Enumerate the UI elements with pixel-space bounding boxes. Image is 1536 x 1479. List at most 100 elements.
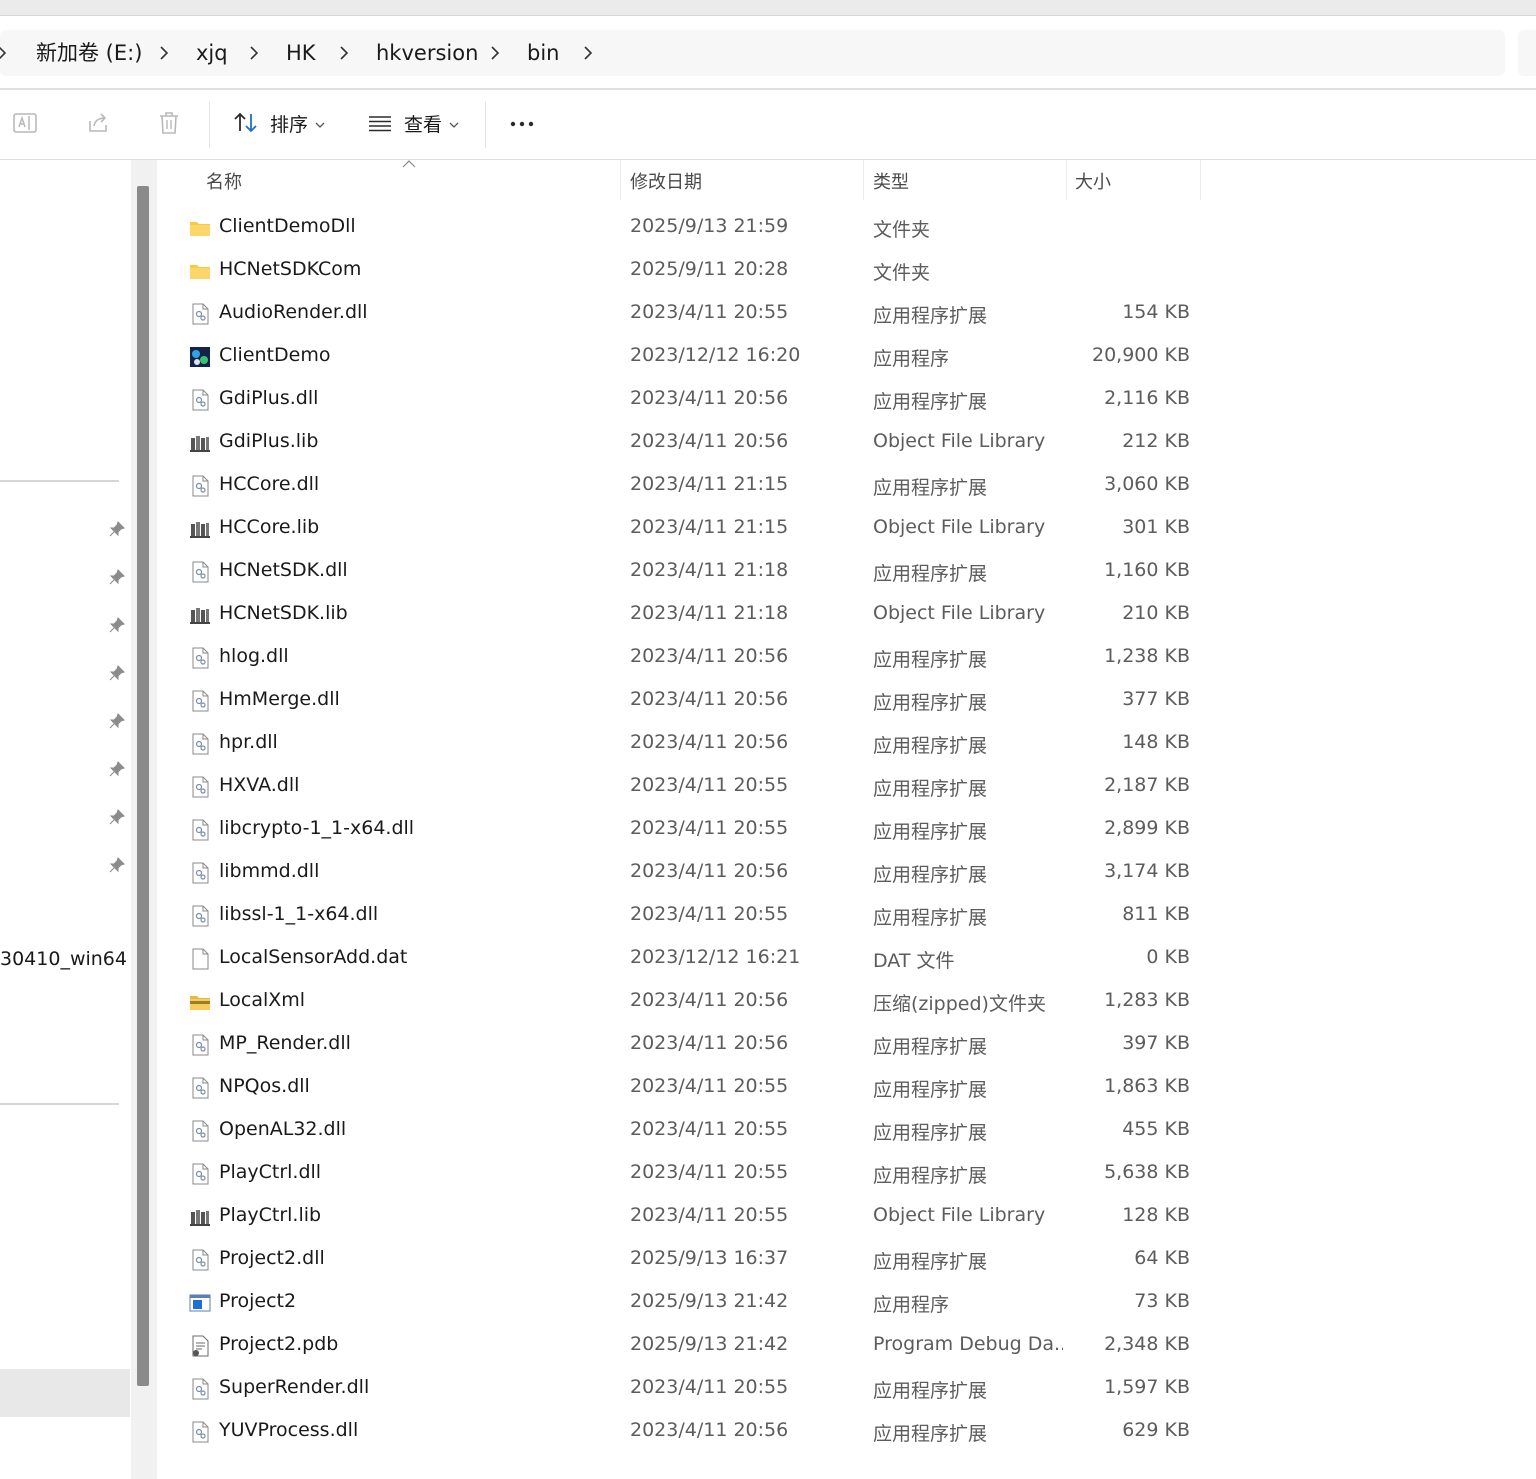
file-type: Object File Library [873,516,1046,538]
file-row[interactable]: HXVA.dll 2023/4/11 20:55 应用程序扩展 2,187 KB [158,765,1536,808]
sort-button[interactable]: 排序 [270,112,308,138]
file-modified-date: 2023/4/11 21:18 [630,559,789,581]
more-options-icon[interactable] [508,109,536,137]
file-row[interactable]: AudioRender.dll 2023/4/11 20:55 应用程序扩展 154 … [158,292,1536,335]
view-button[interactable]: 查看 [404,112,442,138]
file-row[interactable]: GdiPlus.lib 2023/4/11 20:56 Object File Li… [158,421,1536,464]
chevron-right-icon[interactable] [156,45,172,61]
file-row[interactable]: HCCore.dll 2023/4/11 21:15 应用程序扩展 3,060 KB [158,464,1536,507]
column-header-name[interactable]: 名称 [206,168,242,194]
column-divider[interactable] [620,160,621,200]
file-size: 20,900 KB [1091,344,1190,366]
search-box-edge[interactable] [1518,30,1536,76]
chevron-down-icon[interactable] [449,121,459,129]
file-size: 3,060 KB [1104,473,1190,495]
lib-file-icon [189,604,211,626]
file-modified-date: 2023/4/11 20:55 [630,301,789,323]
folder-icon [189,217,211,239]
column-header-size[interactable]: 大小 [1075,168,1111,194]
breadcrumb-item[interactable]: 新加卷 (E:) [36,38,142,68]
file-row[interactable]: HCCore.lib 2023/4/11 21:15 Object File Lib… [158,507,1536,550]
chevron-right-icon[interactable] [580,45,596,61]
file-row[interactable]: GdiPlus.dll 2023/4/11 20:56 应用程序扩展 2,116 KB [158,378,1536,421]
breadcrumb-item[interactable]: hkversion [376,38,478,68]
column-divider[interactable] [863,160,864,200]
file-row[interactable]: LocalSensorAdd.dat 2023/12/12 16:21 DAT 文件… [158,937,1536,980]
pin-icon[interactable] [108,808,126,826]
file-row[interactable]: LocalXml 2023/4/11 20:56 压缩(zipped)文件夹 1,28… [158,980,1536,1023]
pin-icon[interactable] [108,856,126,874]
file-name: HCCore.lib [219,516,320,538]
chevron-right-icon[interactable] [0,45,10,61]
file-name: GdiPlus.lib [219,430,319,452]
file-modified-date: 2023/4/11 21:18 [630,602,789,624]
delete-icon[interactable] [155,109,183,137]
file-row[interactable]: PlayCtrl.dll 2023/4/11 20:55 应用程序扩展 5,638 K… [158,1152,1536,1195]
file-row[interactable]: PlayCtrl.lib 2023/4/11 20:55 Object File L… [158,1195,1536,1238]
sort-icon[interactable] [232,109,260,137]
breadcrumb-item[interactable]: bin [527,38,559,68]
file-row[interactable]: hpr.dll 2023/4/11 20:56 应用程序扩展 148 KB [158,722,1536,765]
file-row[interactable]: MP_Render.dll 2023/4/11 20:56 应用程序扩展 397 KB [158,1023,1536,1066]
pin-icon[interactable] [108,568,126,586]
file-modified-date: 2023/4/11 20:56 [630,1032,789,1054]
file-type: 应用程序扩展 [873,305,988,327]
dll-file-icon [189,1378,211,1400]
chevron-right-icon[interactable] [487,45,503,61]
pin-icon[interactable] [108,712,126,730]
file-row[interactable]: HCNetSDKCom 2025/9/11 20:28 文件夹 [158,249,1536,292]
file-row[interactable]: Project2.pdb 2025/9/13 21:42 Program Debug… [158,1324,1536,1367]
file-name: ClientDemo [219,344,331,366]
file-row[interactable]: libcrypto-1_1-x64.dll 2023/4/11 20:55 应用程序… [158,808,1536,851]
pin-icon[interactable] [108,760,126,778]
file-type: 应用程序扩展 [873,735,988,757]
file-row[interactable]: hlog.dll 2023/4/11 20:56 应用程序扩展 1,238 KB [158,636,1536,679]
file-row[interactable]: ClientDemoDll 2025/9/13 21:59 文件夹 [158,206,1536,249]
file-name: PlayCtrl.dll [219,1161,322,1183]
column-divider[interactable] [1200,160,1201,200]
file-name: OpenAL32.dll [219,1118,347,1140]
chevron-right-icon[interactable] [336,45,352,61]
breadcrumb-item[interactable]: xjq [196,38,228,68]
column-header-date[interactable]: 修改日期 [630,168,702,194]
view-list-icon[interactable] [366,109,394,137]
dll-file-icon [189,1249,211,1271]
file-row[interactable]: OpenAL32.dll 2023/4/11 20:55 应用程序扩展 455 KB [158,1109,1536,1152]
file-row[interactable]: YUVProcess.dll 2023/4/11 20:56 应用程序扩展 629 K… [158,1410,1536,1453]
pin-icon[interactable] [108,664,126,682]
file-name: Project2.dll [219,1247,325,1269]
blank-file-icon [189,948,211,970]
sidebar-item-selected[interactable] [0,1369,130,1417]
file-type: 应用程序扩展 [873,1122,988,1144]
file-row[interactable]: HCNetSDK.lib 2023/4/11 21:18 Object File L… [158,593,1536,636]
file-row[interactable]: SuperRender.dll 2023/4/11 20:55 应用程序扩展 1,59… [158,1367,1536,1410]
file-row[interactable]: libssl-1_1-x64.dll 2023/4/11 20:55 应用程序扩展 8… [158,894,1536,937]
file-type: 应用程序扩展 [873,391,988,413]
rename-icon[interactable] [11,109,39,137]
pin-icon[interactable] [108,520,126,538]
scrollbar-thumb[interactable] [137,186,149,1386]
share-icon[interactable] [84,109,112,137]
column-divider[interactable] [1066,160,1067,200]
column-header-type[interactable]: 类型 [873,168,909,194]
file-row[interactable]: NPQos.dll 2023/4/11 20:55 应用程序扩展 1,863 KB [158,1066,1536,1109]
file-row[interactable]: HmMerge.dll 2023/4/11 20:56 应用程序扩展 377 KB [158,679,1536,722]
address-bar[interactable]: 新加卷 (E:) xjq HK hkversion bin [0,16,1536,88]
sidebar-item-folder[interactable]: 30410_win64 [0,948,127,970]
file-row[interactable]: Project2.dll 2025/9/13 16:37 应用程序扩展 64 KB [158,1238,1536,1281]
dll-file-icon [189,776,211,798]
dll-file-icon [189,819,211,841]
file-row[interactable]: HCNetSDK.dll 2023/4/11 21:18 应用程序扩展 1,160 K… [158,550,1536,593]
breadcrumb-item[interactable]: HK [286,38,316,68]
chevron-right-icon[interactable] [246,45,262,61]
chevron-down-icon[interactable] [315,121,325,129]
file-modified-date: 2023/4/11 20:55 [630,1161,789,1183]
pin-icon[interactable] [108,616,126,634]
file-row[interactable]: Project2 2025/9/13 21:42 应用程序 73 KB [158,1281,1536,1324]
file-row[interactable]: libmmd.dll 2023/4/11 20:56 应用程序扩展 3,174 KB [158,851,1536,894]
dll-file-icon [189,303,211,325]
file-name: AudioRender.dll [219,301,368,323]
file-name: HCNetSDK.dll [219,559,348,581]
file-name: libssl-1_1-x64.dll [219,903,379,925]
file-row[interactable]: ClientDemo 2023/12/12 16:20 应用程序 20,900 KB [158,335,1536,378]
